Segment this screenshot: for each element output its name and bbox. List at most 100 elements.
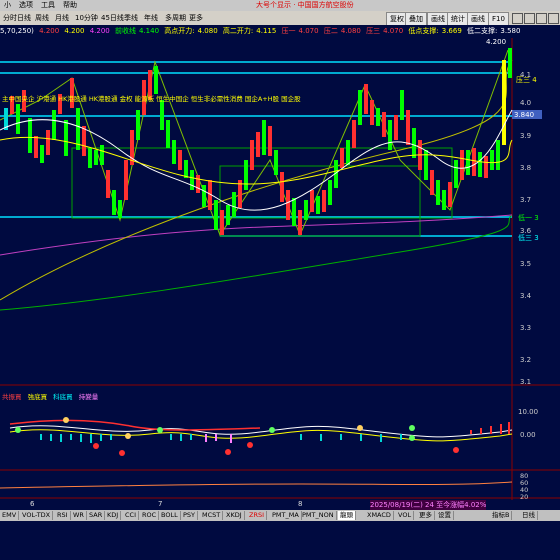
- sub-indicator-line: [0, 481, 513, 489]
- tab-emv[interactable]: EMV: [0, 511, 20, 520]
- draw-button[interactable]: 画线: [427, 12, 449, 26]
- indicator-tab-bar: EMV VOL-TDX RSI WR SAR KDJ CCI ROC BOLL …: [0, 510, 560, 521]
- ma-mid-line: [0, 214, 513, 256]
- low-value: 3.669: [441, 27, 462, 35]
- osc-scale-zero: 0.00: [520, 431, 536, 439]
- axis-label-3-2: 3.2: [520, 356, 531, 364]
- tab-pmt-non[interactable]: PMT_NON: [300, 511, 337, 520]
- status-note: 2025/08/19(二) 24 至今涨幅4.02%: [370, 500, 487, 510]
- press3-tag: 压三 4: [516, 76, 537, 84]
- osc-legend-3: 科底買: [53, 393, 73, 401]
- tab-sar[interactable]: SAR: [87, 511, 106, 520]
- tab-vol-tdx[interactable]: VOL-TDX: [20, 511, 54, 520]
- tab-rsi[interactable]: RSI: [55, 511, 71, 520]
- window-icon[interactable]: [524, 13, 535, 24]
- osc-line-white: [9, 425, 513, 438]
- status-area: [0, 521, 560, 560]
- axis-label-3-3: 3.3: [520, 324, 531, 332]
- window-title: 大号个显示 · 中国国方航空股份: [256, 1, 354, 9]
- menu-item-help[interactable]: 帮助: [59, 0, 81, 11]
- overlay-button[interactable]: 叠加: [405, 12, 427, 26]
- toolbar-icons: [512, 13, 559, 24]
- axis-label-4-0: 4.0: [520, 99, 531, 107]
- current-price-value: 3.840: [514, 111, 534, 119]
- low3-tag: 低三 3: [518, 233, 539, 242]
- high-label: 高点开力:: [164, 27, 195, 35]
- tab-mcst[interactable]: MCST: [200, 511, 224, 520]
- close-icon[interactable]: [548, 13, 559, 24]
- high2-label: 高二开力:: [222, 27, 254, 35]
- tab-more-indicators[interactable]: 更多: [417, 511, 435, 520]
- axis-label-3-7: 3.7: [520, 196, 531, 204]
- tab-more[interactable]: 更多: [186, 12, 206, 24]
- high2-value: 4.115: [256, 27, 277, 35]
- osc-legend-4: 持變量: [78, 393, 99, 401]
- tab-kdj[interactable]: KDJ: [105, 511, 122, 520]
- prev-close-value: 4.140: [138, 27, 160, 35]
- axis-label-3-1: 3.1: [520, 378, 531, 386]
- tab-xmacd[interactable]: XMACD: [365, 511, 394, 520]
- date-label-7: 7: [158, 500, 163, 508]
- f10-button[interactable]: F10: [488, 12, 509, 26]
- menu-item-view[interactable]: 小: [0, 0, 15, 11]
- menu-item-tools[interactable]: 工具: [37, 0, 59, 11]
- osc-legend: 共振買 強底買 科底買 持變量: [2, 391, 98, 401]
- grid-icon[interactable]: [512, 13, 523, 24]
- kline-chart[interactable]: 4.200 4.1 4.0 3.9 3.8 3.7 3.6 3.5 3.4 3.…: [0, 38, 560, 500]
- date-axis: 6 7 8 2025/08/19(二) 24 至今涨幅4.02%: [0, 500, 560, 510]
- tab-settings[interactable]: 设置: [436, 511, 454, 520]
- tab-psy[interactable]: PSY: [181, 511, 199, 520]
- tab-roc[interactable]: ROC: [140, 511, 160, 520]
- tab-monthly[interactable]: 月线: [52, 12, 72, 24]
- tab-zrsi[interactable]: ZRSI: [247, 511, 268, 520]
- candlesticks: [4, 48, 512, 235]
- tab-wr[interactable]: WR: [71, 511, 87, 520]
- menu-bar: 小选项 工具 帮助 大号个显示 · 中国国方航空股份: [0, 0, 560, 11]
- axis-label-3-5: 3.5: [520, 260, 531, 268]
- tab-cci[interactable]: CCI: [123, 511, 139, 520]
- axis-label-3-8: 3.8: [520, 164, 531, 172]
- ma-params: 5,70,250): [0, 27, 34, 35]
- osc-legend-2: 強底買: [27, 393, 48, 401]
- date-label-6: 6: [30, 500, 35, 508]
- tab-quarter[interactable]: 季线: [121, 12, 141, 24]
- low2-label: 低二支撑:: [467, 27, 498, 35]
- tab-daily-line[interactable]: 日线: [520, 511, 538, 520]
- osc-legend-1: 共振買: [2, 393, 22, 401]
- tab-daily[interactable]: 日线: [14, 12, 34, 24]
- tab-multi-period[interactable]: 多周期: [162, 12, 189, 24]
- period-tab-bar: 分时 日线 周线 月线 10分钟 45日线 季线 年线 多周期 更多 复权 叠加…: [0, 11, 560, 26]
- ma-long-line: [0, 214, 513, 311]
- date-label-8: 8: [298, 500, 303, 508]
- tab-10min[interactable]: 10分钟: [72, 12, 101, 24]
- low1-tag: 低一 3: [518, 213, 539, 222]
- tab-boll[interactable]: BOLL: [159, 511, 181, 520]
- axis-label-3-4: 3.4: [520, 292, 532, 300]
- tab-dragon-head[interactable]: 龍頭: [338, 511, 356, 520]
- sub-scale-20: 20: [520, 493, 528, 500]
- stats-button[interactable]: 统计: [447, 12, 469, 26]
- indicator-info-line: 5,70,250) 4.200 4.200 4.200 前收线 4.140 高点开…: [0, 25, 560, 38]
- tab-xkdj[interactable]: XKDJ: [224, 511, 245, 520]
- tab-weekly[interactable]: 周线: [32, 12, 52, 24]
- prev-close-label: 前收线: [114, 27, 136, 35]
- draw-line-button[interactable]: 画线: [467, 12, 489, 26]
- tab-indicator-b[interactable]: 指标B: [490, 511, 513, 520]
- top-price-label: 4.200: [486, 38, 506, 46]
- consolidation-box: [71, 147, 453, 219]
- axis-label-3-9: 3.9: [520, 132, 531, 140]
- tab-year[interactable]: 年线: [141, 12, 161, 24]
- tab-pmt-ma[interactable]: PMT_MA: [270, 511, 302, 520]
- press2-label: 压二: [323, 27, 338, 35]
- low2-value: 3.580: [500, 27, 521, 35]
- tab-vol[interactable]: VOL: [396, 511, 415, 520]
- menu-item-options[interactable]: 选项: [15, 0, 37, 11]
- osc-line-red: [9, 419, 261, 431]
- press1-value: 4.070: [298, 27, 319, 35]
- low-label: 低点支撑:: [408, 27, 439, 35]
- ma-value-2: 4.200: [64, 27, 85, 35]
- restore-icon[interactable]: [536, 13, 547, 24]
- press3-value: 4.070: [383, 27, 404, 35]
- ma-value-3: 4.200: [89, 27, 110, 35]
- press2-value: 4.080: [340, 27, 361, 35]
